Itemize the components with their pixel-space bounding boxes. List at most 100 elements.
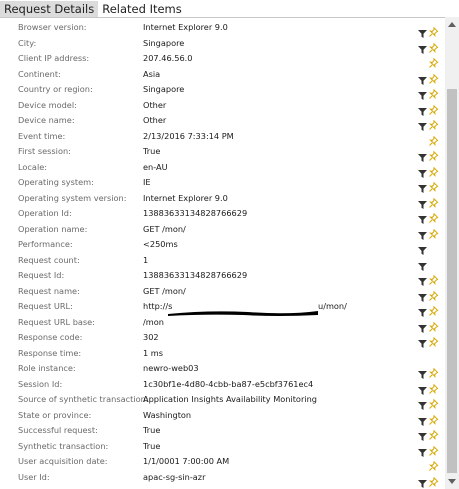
property-value[interactable]: 207.46.56.0 (143, 50, 192, 66)
property-value[interactable]: apac-sg-sin-azr (143, 469, 205, 485)
property-label: Event time: (18, 130, 66, 141)
property-label: Request count: (18, 254, 80, 265)
pin-icon[interactable] (429, 115, 439, 130)
pin-icon[interactable] (429, 38, 439, 53)
filter-icon[interactable] (418, 318, 427, 333)
filter-icon[interactable] (418, 442, 427, 457)
pin-icon[interactable] (429, 177, 439, 192)
property-value[interactable]: <250ms (143, 236, 178, 252)
property-value[interactable]: True (143, 422, 160, 438)
filter-icon[interactable] (418, 287, 427, 302)
property-row: Operation Id: 13883633134828766629 (0, 205, 445, 224)
pin-icon[interactable] (429, 69, 439, 84)
property-value[interactable]: 13883633134828766629 (143, 205, 247, 221)
filter-icon[interactable] (418, 364, 427, 379)
pin-icon[interactable] (429, 162, 439, 177)
pin-icon[interactable] (429, 363, 439, 378)
filter-icon[interactable] (418, 194, 427, 209)
property-label: Performance: (18, 239, 73, 249)
pin-icon[interactable] (429, 441, 439, 456)
property-value[interactable]: en-AU (143, 159, 168, 175)
property-row: Locale: en-AU (0, 159, 445, 178)
filter-icon[interactable] (418, 101, 427, 116)
pin-icon[interactable] (429, 456, 439, 471)
pin-icon[interactable] (429, 301, 439, 316)
pin-icon[interactable] (429, 53, 439, 68)
filter-icon[interactable] (418, 240, 427, 255)
filter-icon[interactable] (418, 395, 427, 410)
pin-icon[interactable] (429, 317, 439, 332)
property-value[interactable]: 1/1/0001 7:00:00 AM (143, 453, 229, 469)
pin-icon[interactable] (429, 224, 439, 239)
property-label: Role instance: (18, 363, 76, 373)
property-value[interactable]: Singapore (143, 35, 184, 51)
pin-icon[interactable] (429, 394, 439, 409)
scroll-up-button[interactable] (445, 17, 459, 31)
property-value-suffix[interactable]: u/mon/ (318, 298, 347, 314)
property-value[interactable]: 13883633134828766629 (143, 267, 247, 283)
pin-icon[interactable] (429, 270, 439, 285)
pin-icon[interactable] (429, 332, 439, 347)
property-value[interactable]: Washington (143, 407, 191, 423)
pin-icon[interactable] (429, 286, 439, 301)
filter-icon[interactable] (418, 271, 427, 286)
filter-icon[interactable] (418, 163, 427, 178)
filter-icon[interactable] (418, 411, 427, 426)
filter-icon[interactable] (418, 178, 427, 193)
property-value[interactable]: Other (143, 97, 166, 113)
property-value[interactable]: GET /mon/ (143, 283, 186, 299)
pin-icon[interactable] (429, 22, 439, 37)
property-value[interactable]: 1 (143, 252, 148, 268)
property-value[interactable]: 2/13/2016 7:33:14 PM (143, 128, 234, 144)
filter-icon[interactable] (418, 209, 427, 224)
pin-icon[interactable] (429, 146, 439, 161)
filter-icon[interactable] (418, 473, 427, 488)
filter-icon[interactable] (418, 426, 427, 441)
pin-icon[interactable] (429, 131, 439, 146)
pin-icon[interactable] (429, 472, 439, 487)
property-row: Country or region: Singapore (0, 81, 445, 100)
pin-icon[interactable] (429, 379, 439, 394)
pin-icon[interactable] (429, 100, 439, 115)
filter-icon[interactable] (418, 333, 427, 348)
filter-icon[interactable] (418, 70, 427, 85)
tab-request-details[interactable]: Request Details (0, 1, 99, 17)
pin-icon[interactable] (429, 84, 439, 99)
property-value[interactable]: Application Insights Availability Monito… (143, 391, 317, 407)
pin-icon[interactable] (429, 208, 439, 223)
property-value[interactable]: 1 ms (143, 345, 163, 361)
property-value[interactable]: Other (143, 112, 166, 128)
filter-icon[interactable] (418, 116, 427, 131)
tab-related-items[interactable]: Related Items (98, 1, 186, 17)
property-value[interactable]: Asia (143, 66, 160, 82)
filter-icon[interactable] (418, 39, 427, 54)
property-value[interactable]: GET /mon/ (143, 221, 186, 237)
filter-icon[interactable] (418, 147, 427, 162)
property-label: Locale: (18, 161, 48, 172)
property-value[interactable]: IE (143, 174, 151, 190)
property-row: Request count: 1 (0, 252, 445, 271)
scroll-down-button[interactable] (445, 475, 459, 489)
filter-icon[interactable] (418, 302, 427, 317)
property-value[interactable]: newro-web03 (143, 360, 199, 376)
property-value[interactable]: Internet Explorer 9.0 (143, 190, 228, 206)
property-value[interactable]: True (143, 143, 160, 159)
pin-icon[interactable] (429, 425, 439, 440)
filter-icon[interactable] (418, 256, 427, 271)
pin-icon[interactable] (429, 410, 439, 425)
property-value[interactable]: Internet Explorer 9.0 (143, 19, 228, 35)
scrollbar-thumb[interactable] (447, 89, 457, 473)
filter-icon[interactable] (418, 23, 427, 38)
filter-icon[interactable] (418, 85, 427, 100)
property-value[interactable]: True (143, 438, 160, 454)
filter-icon[interactable] (418, 380, 427, 395)
property-value[interactable]: Singapore (143, 81, 184, 97)
filter-icon[interactable] (418, 225, 427, 240)
pin-icon[interactable] (429, 193, 439, 208)
property-label: City: (18, 37, 37, 48)
property-value[interactable]: /mon (143, 314, 164, 330)
property-value[interactable]: 302 (143, 329, 159, 345)
vertical-scrollbar[interactable] (445, 17, 459, 489)
property-value[interactable]: 1c30bf1e-4d80-4cbb-ba87-e5cbf3761ec4 (143, 376, 313, 392)
property-row: Device name: Other (0, 112, 445, 131)
